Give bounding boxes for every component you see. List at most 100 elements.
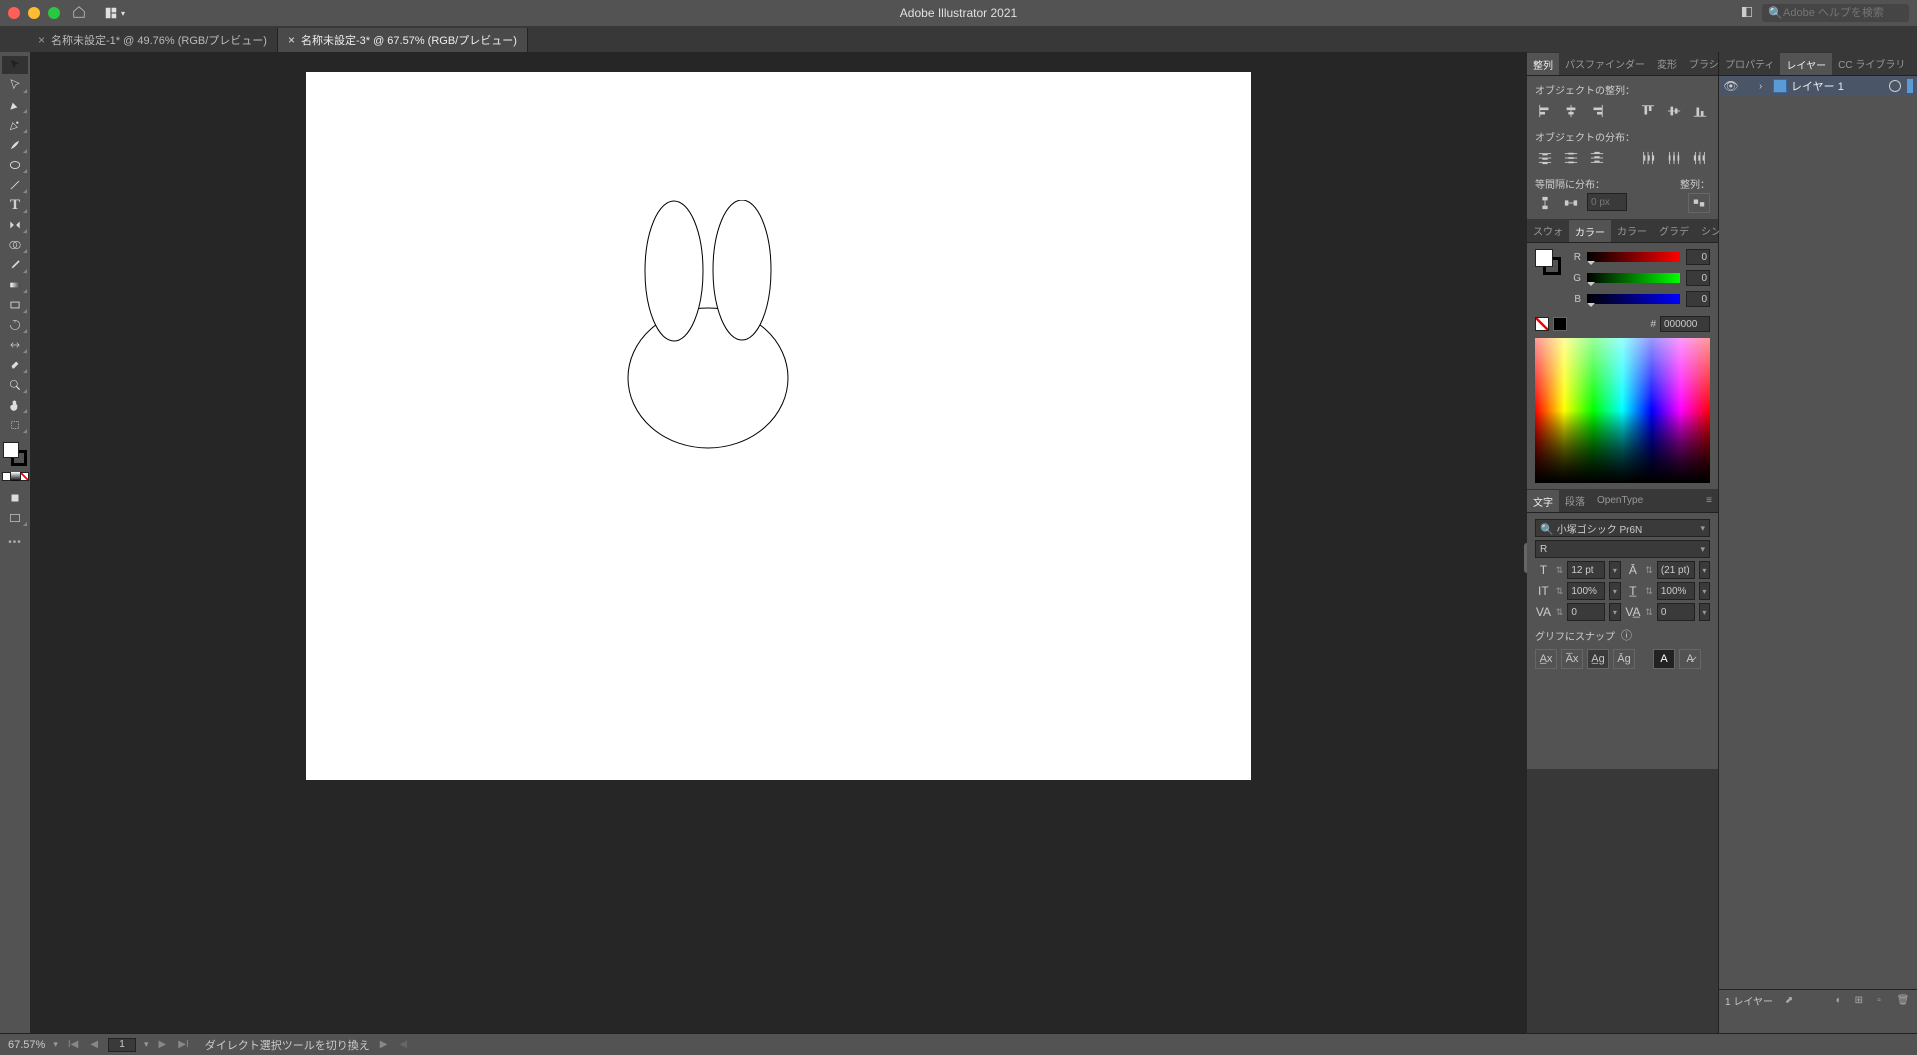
b-slider[interactable] [1587,294,1680,304]
layer-row[interactable]: 👁 › レイヤー 1 [1719,76,1917,96]
snap-baseline-icon[interactable]: A̲x [1535,649,1557,669]
color-mode-solid[interactable] [2,472,11,481]
font-size-input[interactable]: 12 pt [1567,561,1605,579]
zoom-level[interactable]: 67.57% [8,1039,45,1051]
width-tool[interactable] [2,336,28,354]
minimize-window[interactable] [28,7,40,19]
new-sublayer-icon[interactable]: ⊞ [1855,995,1863,1006]
arrange-docs-button[interactable]: ▾ [98,4,131,22]
last-artboard-icon[interactable]: ▶I [176,1039,190,1050]
stepper-icon[interactable]: ⇅ [1556,565,1564,576]
stepper-icon[interactable]: ⇅ [1645,607,1653,618]
snap-xheight-icon[interactable]: A̅x [1561,649,1583,669]
vscale-input[interactable]: 100% [1567,582,1605,600]
align-right-icon[interactable] [1587,101,1607,121]
gradient-tool[interactable] [2,276,28,294]
screen-mode[interactable] [2,509,28,527]
snap-proximity-icon[interactable]: Āg [1613,649,1635,669]
direct-selection-tool[interactable] [2,76,28,94]
fill-swatch[interactable] [3,442,19,458]
fill-stroke-indicator[interactable] [3,442,27,466]
dropdown-icon[interactable]: ▾ [1609,582,1620,600]
fill-stroke-mini[interactable] [1535,249,1561,275]
align-bottom-icon[interactable] [1690,101,1710,121]
tab-layers[interactable]: レイヤー [1780,52,1832,75]
prev-artboard-icon[interactable]: ◀ [88,1039,100,1050]
brush-tool[interactable] [2,136,28,154]
dist-hcenter-icon[interactable] [1664,148,1684,168]
ellipse-tool[interactable] [2,156,28,174]
color-mode-none[interactable] [20,472,29,481]
kerning-input[interactable]: 0 [1567,603,1605,621]
tracking-input[interactable]: 0 [1657,603,1695,621]
delete-layer-icon[interactable]: 🗑 [1895,995,1911,1006]
r-slider[interactable] [1587,252,1680,262]
tab-character[interactable]: 文字 [1527,489,1559,512]
tab-swatches[interactable]: スウォ [1527,219,1569,242]
edit-toolbar[interactable]: ••• [8,537,22,548]
status-flyout-icon[interactable]: ▶ [378,1039,390,1050]
align-to-button[interactable] [1688,193,1710,213]
stepper-icon[interactable]: ⇅ [1645,586,1653,597]
dropdown-icon[interactable]: ▾ [1699,561,1710,579]
doc-tab-1[interactable]: × 名称未設定-1* @ 49.76% (RGB/プレビュー) [28,28,278,52]
selection-tool[interactable] [2,56,28,74]
hex-input[interactable] [1660,316,1710,332]
hscale-input[interactable]: 100% [1657,582,1695,600]
panel-menu-icon[interactable]: ≡ [1700,495,1718,506]
tab-properties[interactable]: プロパティ [1719,52,1780,75]
align-top-icon[interactable] [1638,101,1658,121]
tab-transform[interactable]: 変形 [1651,52,1683,75]
tab-gradient[interactable]: グラデ [1653,219,1695,242]
info-icon[interactable]: ⓘ [1621,627,1632,643]
canvas-area[interactable] [30,52,1527,1033]
tab-colorguide[interactable]: カラー [1611,219,1653,242]
close-window[interactable] [8,7,20,19]
shape-builder-tool[interactable] [2,236,28,254]
color-mode-gradient[interactable] [11,472,20,481]
panel-drag-handle[interactable] [1524,543,1527,573]
none-swatch[interactable] [1535,317,1549,331]
align-left-icon[interactable] [1535,101,1555,121]
zoom-dropdown-icon[interactable]: ▾ [53,1039,58,1050]
clip-mask-icon[interactable]: ◐ [1831,995,1847,1006]
dist-top-icon[interactable] [1535,148,1555,168]
color-spectrum[interactable] [1535,338,1710,483]
zoom-tool[interactable] [2,376,28,394]
doc-tab-2[interactable]: × 名称未設定-3* @ 67.57% (RGB/プレビュー) [278,28,528,52]
tab-pathfinder[interactable]: パスファインダー [1559,52,1651,75]
draw-mode[interactable] [2,489,28,507]
close-icon[interactable]: × [288,33,295,47]
layer-name[interactable]: レイヤー 1 [1791,78,1885,94]
stepper-icon[interactable]: ⇅ [1645,565,1653,576]
curvature-tool[interactable] [2,116,28,134]
maximize-window[interactable] [48,7,60,19]
reflect-tool[interactable] [2,216,28,234]
new-layer-icon[interactable]: ▫ [1871,995,1887,1006]
first-artboard-icon[interactable]: I◀ [66,1039,80,1050]
type-tool[interactable]: T [2,196,28,214]
rotate-tool[interactable] [2,316,28,334]
bw-swatch[interactable] [1553,317,1567,331]
dist-bottom-icon[interactable] [1587,148,1607,168]
r-value[interactable] [1686,249,1710,265]
locate-layer-icon[interactable]: ⬈ [1781,995,1797,1006]
dropdown-icon[interactable]: ▾ [1609,561,1620,579]
g-value[interactable] [1686,270,1710,286]
help-search[interactable]: 🔍 [1762,4,1909,22]
artboard-number-input[interactable] [108,1038,136,1052]
dropdown-icon[interactable]: ▾ [1609,603,1620,621]
artboard-dropdown-icon[interactable]: ▾ [144,1039,149,1050]
g-slider[interactable] [1587,273,1680,283]
visibility-icon[interactable]: 👁 [1723,79,1739,93]
tab-opentype[interactable]: OpenType [1591,489,1649,512]
snap-a2-icon[interactable]: A̷ [1679,649,1701,669]
artboard-tool[interactable] [2,416,28,434]
tab-paragraph[interactable]: 段落 [1559,489,1591,512]
share-icon[interactable] [1740,5,1754,22]
dist-left-icon[interactable] [1638,148,1658,168]
tab-align[interactable]: 整列 [1527,52,1559,75]
align-hcenter-icon[interactable] [1561,101,1581,121]
font-family-select[interactable]: 🔍小塚ゴシック Pr6N▾ [1535,519,1710,537]
eyedropper-tool[interactable] [2,256,28,274]
